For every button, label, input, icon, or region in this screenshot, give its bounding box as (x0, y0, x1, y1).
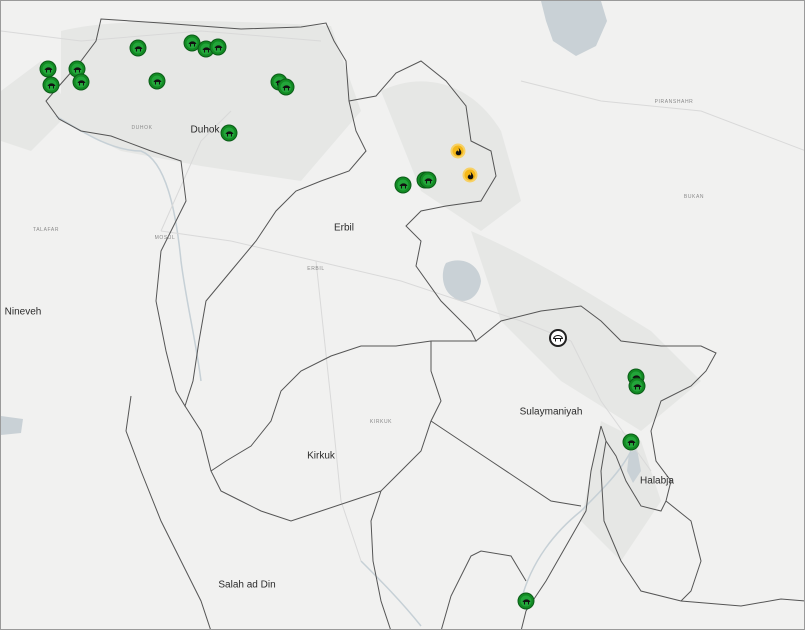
map-marker-green[interactable] (395, 177, 411, 193)
region-label-salah-ad-din: Salah ad Din (218, 579, 276, 591)
city-label-bukan: BUKAN (683, 194, 705, 200)
map-marker-green[interactable] (130, 40, 146, 56)
city-label-mosul: MOSUL (154, 235, 176, 241)
map-marker-green[interactable] (184, 35, 200, 51)
region-label-duhok: Duhok (190, 124, 220, 136)
city-label-kirkuk: KIRKUK (369, 419, 393, 425)
city-label-duhok: DUHOK (131, 125, 153, 131)
map-marker-green[interactable] (420, 172, 436, 188)
terrain-shading (1, 21, 701, 561)
map-marker-green[interactable] (518, 593, 534, 609)
map-marker-green[interactable] (278, 79, 294, 95)
region-label-nineveh: Nineveh (4, 306, 42, 318)
rivers (55, 115, 632, 627)
map-marker-green[interactable] (73, 74, 89, 90)
map-marker-green[interactable] (149, 73, 165, 89)
map-marker-green[interactable] (629, 378, 645, 394)
map-basemap (1, 1, 804, 629)
map-marker-green[interactable] (43, 77, 59, 93)
region-label-kirkuk: Kirkuk (307, 450, 335, 462)
region-label-halabja: Halabja (640, 475, 674, 487)
map-marker-yellow[interactable] (450, 143, 466, 159)
region-label-erbil: Erbil (333, 222, 355, 234)
map-marker-green[interactable] (221, 125, 237, 141)
city-label-piranshahr: PIRANSHAHR (654, 99, 694, 105)
region-label-sulaymaniyah: Sulaymaniyah (519, 406, 583, 418)
city-label-erbil: ERBIL (307, 266, 325, 272)
map-marker-yellow[interactable] (462, 167, 478, 183)
city-label-talafar: TALAFAR (32, 227, 60, 233)
map-marker-green[interactable] (210, 39, 226, 55)
map-marker-green[interactable] (623, 434, 639, 450)
map-marker-outline[interactable] (549, 329, 567, 347)
map-canvas[interactable]: Duhok Erbil Nineveh Kirkuk Sulaymaniyah … (0, 0, 805, 630)
map-marker-green[interactable] (40, 61, 56, 77)
